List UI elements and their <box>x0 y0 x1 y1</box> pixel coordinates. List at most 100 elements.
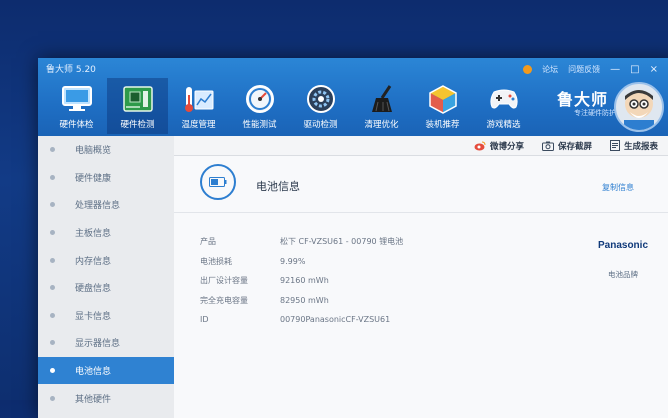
tool-label: 温度管理 <box>181 120 216 130</box>
tool-build-recommend[interactable]: 装机推荐 <box>412 78 473 134</box>
battery-info-panel: 电池信息 复制信息 产品 松下 CF-VZSU61 - 00790 锂电池 电池损… <box>174 156 668 418</box>
info-key: ID <box>200 315 209 325</box>
broom-icon <box>365 84 399 114</box>
bullet-icon <box>50 147 55 153</box>
sidebar-item-disk[interactable]: 硬盘信息 <box>38 274 174 302</box>
tool-label: 性能测试 <box>242 120 277 130</box>
sidebar-item-cpu[interactable]: 处理器信息 <box>38 191 174 219</box>
sidebar-item-memory[interactable]: 内存信息 <box>38 246 174 274</box>
gear-icon <box>304 84 338 114</box>
tool-games[interactable]: 游戏精选 <box>473 78 534 134</box>
monitor-icon <box>60 84 94 114</box>
tool-temperature[interactable]: 温度管理 <box>168 78 229 134</box>
info-row-product: 产品 松下 CF-VZSU61 - 00790 锂电池 <box>200 232 403 252</box>
sidebar-item-label: 显卡信息 <box>75 311 112 322</box>
tool-label: 硬件检测 <box>120 120 155 130</box>
brand-tagline: 专注硬件防护 <box>574 109 616 117</box>
tool-driver[interactable]: 驱动检测 <box>290 78 351 134</box>
report-icon <box>609 140 620 151</box>
bullet-icon <box>50 202 55 208</box>
action-bar: 微博分享 保存截屏 生成报表 <box>174 136 668 156</box>
sidebar-item-display[interactable]: 显示器信息 <box>38 329 174 357</box>
bullet-icon <box>50 312 55 318</box>
tool-cleanup[interactable]: 清理优化 <box>351 78 412 134</box>
sidebar-item-overview[interactable]: 电脑概览 <box>38 136 174 164</box>
battery-brand-box: Panasonic 电池品牌 <box>590 220 656 280</box>
gauge-icon <box>243 84 277 114</box>
sidebar-item-label: 显示器信息 <box>75 339 121 350</box>
weibo-icon <box>474 141 486 150</box>
info-key: 完全充电容量 <box>200 295 248 305</box>
mascot-avatar <box>614 82 664 132</box>
sidebar-item-label: 电脑概览 <box>75 146 112 157</box>
sidebar-item-label: 硬件健康 <box>75 173 112 184</box>
bullet-icon <box>50 230 55 236</box>
tool-hardware-checkup[interactable]: 硬件体检 <box>46 78 107 134</box>
copy-info-link[interactable]: 复制信息 <box>602 182 634 193</box>
info-key: 产品 <box>200 237 216 247</box>
save-screenshot-button[interactable]: 保存截屏 <box>541 140 592 152</box>
tool-hardware-detect[interactable]: 硬件检测 <box>107 78 168 134</box>
battery-icon <box>200 164 236 200</box>
tool-label: 游戏精选 <box>486 120 521 130</box>
sidebar-item-other[interactable]: 其他硬件 <box>38 384 174 412</box>
battery-info-header: 电池信息 复制信息 <box>174 156 668 213</box>
thermometer-icon <box>182 84 216 114</box>
share-weibo-button[interactable]: 微博分享 <box>474 140 524 152</box>
info-key: 出厂设计容量 <box>200 276 248 286</box>
window-title: 鲁大师 5.20 <box>46 65 96 75</box>
bullet-icon <box>50 340 55 346</box>
sidebar-item-gpu[interactable]: 显卡信息 <box>38 302 174 330</box>
tool-performance[interactable]: 性能测试 <box>229 78 290 134</box>
info-value: 00790PanasonicCF-VZSU61 <box>280 315 391 325</box>
sidebar-item-health[interactable]: 硬件健康 <box>38 164 174 192</box>
camera-icon <box>541 141 554 151</box>
sidebar-item-battery[interactable]: 电池信息 <box>38 356 174 385</box>
info-row-full-capacity: 完全充电容量 82950 mWh <box>200 291 403 311</box>
battery-info-title: 电池信息 <box>256 180 300 193</box>
app-window: 鲁大师 5.20 论坛 问题反馈 — □ × 硬件体检 硬件检测 温度管理 性能… <box>38 58 668 418</box>
sidebar-item-label: 其他硬件 <box>75 394 112 405</box>
sidebar-item-label: 处理器信息 <box>75 201 121 212</box>
bullet-icon <box>50 174 55 180</box>
circuit-board-icon <box>121 84 155 114</box>
gamepad-icon <box>487 84 521 114</box>
info-row-design-capacity: 出厂设计容量 92160 mWh <box>200 271 403 291</box>
cube-icon <box>426 84 460 114</box>
top-bar: 鲁大师 5.20 论坛 问题反馈 — □ × 硬件体检 硬件检测 温度管理 性能… <box>38 58 668 136</box>
sidebar: 电脑概览 硬件健康 处理器信息 主板信息 内存信息 硬盘信息 显卡信息 显示器信… <box>38 136 175 418</box>
bullet-icon <box>50 257 55 263</box>
info-value: 松下 CF-VZSU61 - 00790 锂电池 <box>280 237 404 247</box>
feedback-link[interactable]: 问题反馈 <box>568 64 600 75</box>
info-row-wear: 电池损耗 9.99% <box>200 252 403 272</box>
notification-icon[interactable] <box>523 65 533 74</box>
info-value: 9.99% <box>280 256 306 266</box>
sidebar-item-label: 主板信息 <box>75 229 112 240</box>
maximize-button[interactable]: □ <box>630 64 639 75</box>
battery-brand-caption: 电池品牌 <box>608 270 638 279</box>
bullet-icon <box>50 368 55 374</box>
info-row-id: ID 00790PanasonicCF-VZSU61 <box>200 310 403 330</box>
brand-name: 鲁大师 <box>556 90 608 109</box>
generate-report-button[interactable]: 生成报表 <box>609 140 658 152</box>
tool-label: 装机推荐 <box>425 120 460 130</box>
tool-label: 硬件体检 <box>59 120 94 130</box>
close-button[interactable]: × <box>650 64 658 75</box>
tool-label: 清理优化 <box>364 120 399 130</box>
bullet-icon <box>50 285 55 291</box>
minimize-button[interactable]: — <box>610 64 620 75</box>
sidebar-item-label: 电池信息 <box>75 367 112 378</box>
info-key: 电池损耗 <box>200 256 232 266</box>
sidebar-item-motherboard[interactable]: 主板信息 <box>38 219 174 247</box>
save-screenshot-label: 保存截屏 <box>557 141 592 152</box>
sidebar-item-label: 硬盘信息 <box>75 284 112 295</box>
title-right-area: 论坛 问题反馈 — □ × <box>523 64 658 75</box>
info-value: 82950 mWh <box>280 295 329 305</box>
generate-report-label: 生成报表 <box>623 141 658 152</box>
main-toolbar: 硬件体检 硬件检测 温度管理 性能测试 驱动检测 清理优化 装机推荐 游戏精选 <box>46 78 534 134</box>
sidebar-item-label: 内存信息 <box>75 256 112 267</box>
panasonic-logo: Panasonic <box>597 240 649 251</box>
forum-link[interactable]: 论坛 <box>542 64 558 75</box>
info-value: 92160 mWh <box>280 276 329 286</box>
battery-info-table: 产品 松下 CF-VZSU61 - 00790 锂电池 电池损耗 9.99% 出厂设… <box>200 232 403 330</box>
